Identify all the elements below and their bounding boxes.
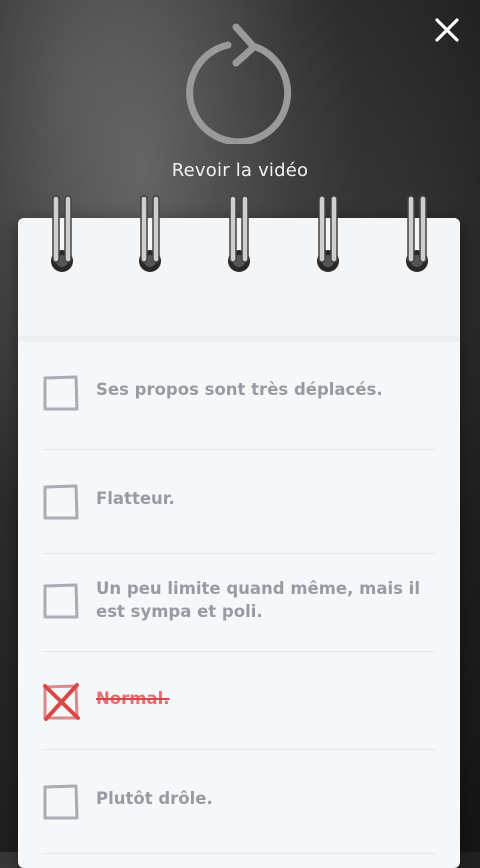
checklist-item[interactable]: Plutôt drôle. <box>42 750 436 854</box>
spiral-ring <box>225 194 253 274</box>
checkbox-icon[interactable] <box>42 783 80 821</box>
replay-video-button[interactable]: Revoir la vidéo <box>0 20 480 181</box>
checklist-item-label: Normal. <box>96 689 170 708</box>
checkbox-icon[interactable] <box>42 483 80 521</box>
checklist-item-label: Plutôt drôle. <box>96 789 213 808</box>
checklist-item[interactable]: Normal. <box>42 652 436 750</box>
spiral-ring <box>314 194 342 274</box>
replay-icon <box>186 23 292 144</box>
notepad: Ses propos sont très déplacés. Flatteur. U… <box>18 195 460 868</box>
checkbox-checked-icon[interactable] <box>42 683 80 721</box>
checklist-item-label: Flatteur. <box>96 489 175 508</box>
replay-label: Revoir la vidéo <box>171 160 309 181</box>
checklist-item[interactable]: Un peu limite quand même, mais il est sy… <box>42 554 436 652</box>
checklist-item-label: Un peu limite quand même, mais il est sy… <box>96 579 420 621</box>
checklist-item-label: Ses propos sont très déplacés. <box>96 380 383 399</box>
checklist-item[interactable]: Ses propos sont très déplacés. <box>42 344 436 450</box>
spiral-ring <box>403 194 431 274</box>
checkbox-icon[interactable] <box>42 582 80 620</box>
spiral-binding <box>18 194 460 274</box>
spiral-ring <box>48 194 76 274</box>
checklist-item[interactable]: Flatteur. <box>42 450 436 554</box>
answer-list: Ses propos sont très déplacés. Flatteur. U… <box>42 344 436 854</box>
checkbox-icon[interactable] <box>42 374 80 412</box>
spiral-ring <box>136 194 164 274</box>
